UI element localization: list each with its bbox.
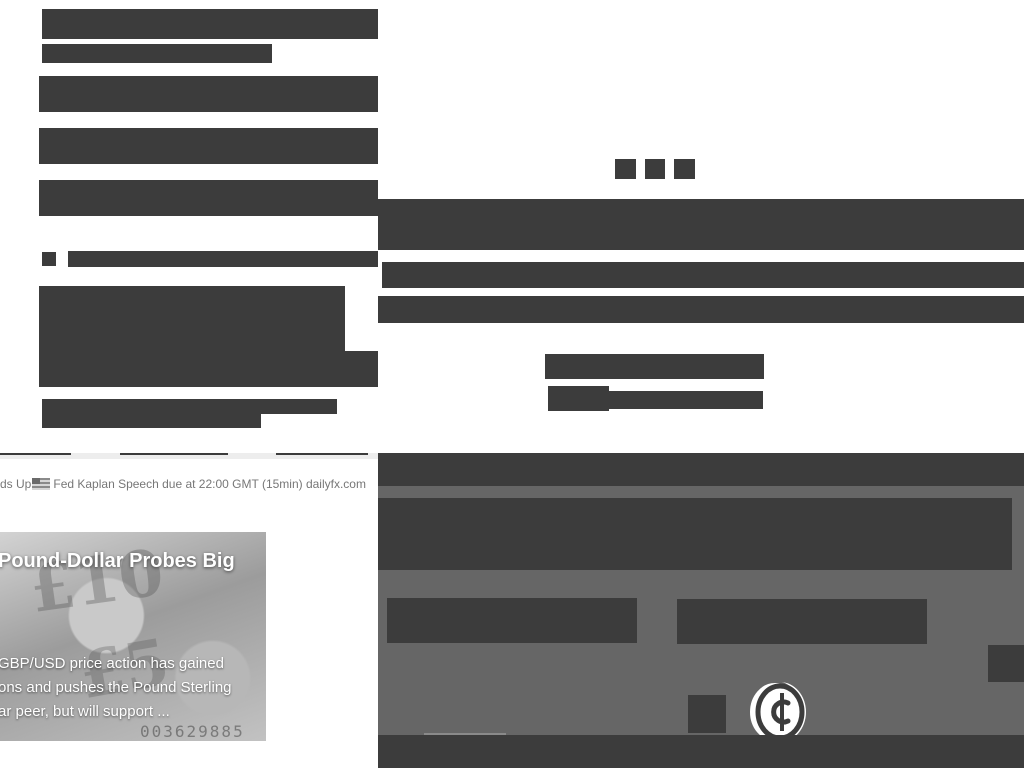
banknote-serial: 003629885	[140, 722, 245, 741]
skeleton-text-line-2	[42, 413, 261, 428]
skeleton-side-tab[interactable]	[988, 645, 1024, 682]
news-card[interactable]: £10 £5 003629885 Pound-Dollar Probes Big…	[0, 532, 266, 741]
skeleton-square	[688, 695, 726, 733]
skeleton-checkbox	[42, 252, 56, 266]
screen: ds Up Fed Kaplan Speech due at 22:00 GMT …	[0, 0, 1024, 768]
skeleton-text-line-1	[42, 399, 337, 414]
skeleton-subheading	[42, 44, 272, 63]
ticker-prefix: ds Up	[0, 477, 32, 491]
skeleton-bar-3	[39, 180, 378, 216]
news-card-description-line: ar peer, but will support ...	[0, 703, 170, 720]
news-card-title[interactable]: Pound-Dollar Probes Big	[0, 550, 266, 573]
news-card-description-line: ons and pushes the Pound Sterling	[0, 679, 232, 696]
skeleton-banner	[378, 199, 1024, 250]
section-divider	[0, 453, 378, 459]
skeleton-heading	[42, 9, 378, 39]
skeleton-line	[378, 296, 1024, 323]
news-card-description: GBP/USD price action has gained ons and …	[0, 652, 260, 724]
skeleton-panel	[378, 498, 1012, 570]
skeleton-button	[39, 351, 378, 387]
banknote-print: £10	[25, 535, 169, 628]
right-panel	[378, 0, 1024, 768]
ticker-text: Fed Kaplan Speech due at 22:00 GMT (15mi…	[53, 477, 366, 491]
skeleton-bar-2	[39, 128, 378, 164]
divider-segment	[0, 453, 71, 455]
news-ticker[interactable]: ds Up Fed Kaplan Speech due at 22:00 GMT …	[0, 474, 378, 494]
loading-dot	[615, 159, 636, 179]
news-card-description-line: GBP/USD price action has gained	[0, 655, 224, 672]
overlay-area	[378, 453, 1024, 768]
modal-loading-area	[378, 0, 1024, 453]
left-panel: ds Up Fed Kaplan Speech due at 22:00 GMT …	[0, 0, 378, 768]
divider-segment	[120, 453, 228, 455]
skeleton-image-block	[39, 286, 345, 352]
us-flag-icon	[32, 478, 51, 490]
divider-segment	[276, 453, 368, 455]
skeleton-bar-1	[39, 76, 378, 112]
skeleton-checkbox-label	[68, 251, 378, 267]
footer-tab-highlight	[424, 733, 506, 735]
loading-dot	[645, 159, 665, 179]
skeleton-field	[677, 599, 927, 644]
skeleton-field	[387, 598, 637, 643]
skeleton-footer-bar	[378, 735, 1024, 768]
skeleton-small-button	[548, 386, 609, 411]
skeleton-line	[382, 262, 1024, 288]
cent-coin-icon[interactable]	[746, 681, 808, 743]
skeleton-link	[609, 391, 763, 409]
skeleton-button	[545, 354, 764, 379]
skeleton-band	[378, 453, 1024, 486]
loading-dot	[674, 159, 695, 179]
